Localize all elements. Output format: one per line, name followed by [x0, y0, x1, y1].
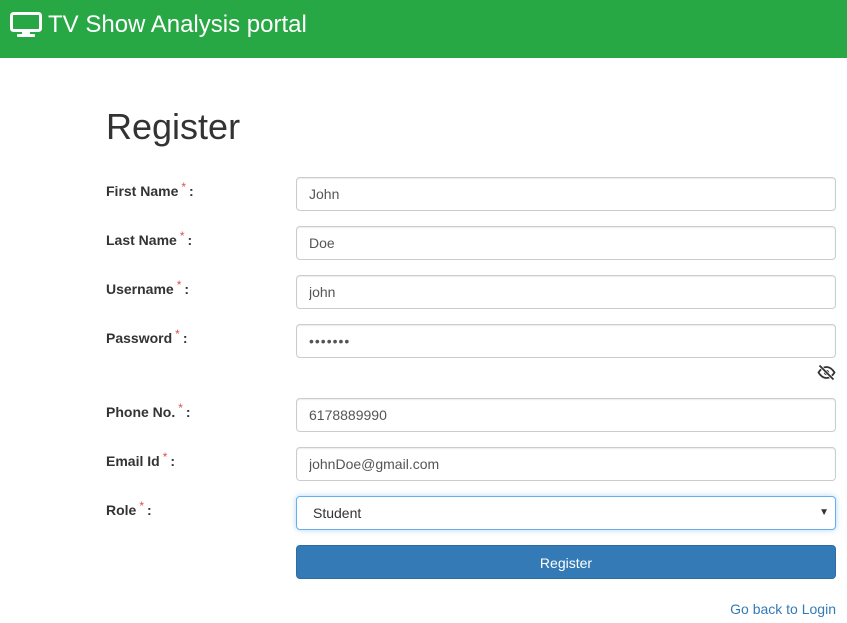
username-label: Username *:: [106, 278, 190, 297]
required-mark: *: [175, 327, 180, 341]
required-mark: *: [181, 180, 187, 194]
chevron-down-icon: ▼: [819, 507, 829, 518]
required-mark: *: [139, 499, 145, 513]
email-field[interactable]: [296, 447, 836, 481]
eye-slash-icon[interactable]: [817, 364, 836, 381]
username-field[interactable]: [296, 275, 836, 309]
phone-field[interactable]: [296, 398, 836, 432]
first-name-field[interactable]: [296, 177, 836, 211]
back-to-login-link[interactable]: Go back to Login: [730, 600, 836, 618]
last-name-label: Last Name *:: [106, 229, 193, 248]
first-name-label: First Name *:: [106, 180, 194, 199]
navbar: TV Show Analysis portal: [0, 0, 847, 58]
required-mark: *: [178, 401, 183, 415]
password-label: Password *:: [106, 327, 188, 346]
password-row: Password *:: [106, 324, 836, 358]
required-mark: *: [176, 278, 182, 292]
role-row: Role *: Student ▼: [106, 496, 836, 530]
password-field[interactable]: [296, 324, 836, 358]
username-row: Username *:: [106, 275, 836, 309]
monitor-icon: [10, 12, 42, 37]
role-select[interactable]: Student ▼: [296, 496, 836, 530]
phone-label: Phone No. *:: [106, 401, 191, 420]
email-label: Email Id *:: [106, 450, 176, 469]
brand-title[interactable]: TV Show Analysis portal: [48, 11, 307, 39]
required-mark: *: [162, 450, 168, 464]
register-button[interactable]: Register: [296, 545, 836, 579]
role-label: Role *:: [106, 499, 152, 518]
page-title: Register: [106, 106, 241, 147]
role-selected-value: Student: [313, 505, 362, 521]
required-mark: *: [179, 229, 185, 243]
phone-row: Phone No. *:: [106, 398, 836, 432]
first-name-row: First Name *:: [106, 177, 836, 211]
last-name-field[interactable]: [296, 226, 836, 260]
last-name-row: Last Name *:: [106, 226, 836, 260]
email-row: Email Id *:: [106, 447, 836, 481]
